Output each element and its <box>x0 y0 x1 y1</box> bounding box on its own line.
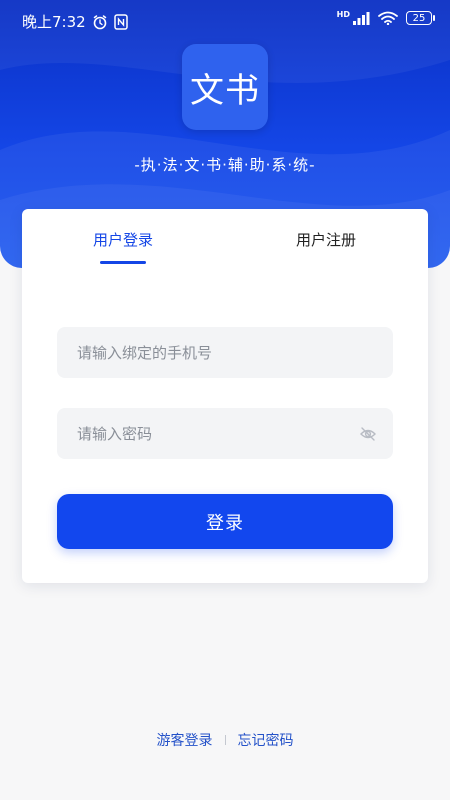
nfc-icon <box>113 13 128 30</box>
signal-icon <box>353 12 370 25</box>
status-left: 晚上7:32 <box>22 11 128 32</box>
forgot-password-link[interactable]: 忘记密码 <box>238 730 294 750</box>
eye-off-icon[interactable] <box>359 425 377 443</box>
battery-indicator: 25 <box>406 11 435 25</box>
app-subtitle: -执·法·文·书·辅·助·系·统- <box>134 156 316 174</box>
status-time: 晚上7:32 <box>22 13 86 31</box>
wifi-icon <box>378 11 398 25</box>
tab-user-register[interactable]: 用户注册 <box>293 229 359 251</box>
network-type-label: HD <box>336 9 350 19</box>
password-field-container <box>57 408 393 459</box>
status-right: HD 25 <box>336 9 435 25</box>
active-tab-indicator <box>100 261 146 264</box>
footer-divider <box>224 735 226 745</box>
tab-user-login[interactable]: 用户登录 <box>90 229 156 251</box>
app-logo: 文书 <box>182 44 268 130</box>
alarm-icon <box>93 14 106 29</box>
status-bar: 晚上7:32 HD 25 <box>0 0 450 40</box>
password-input[interactable] <box>57 408 357 459</box>
phone-input[interactable] <box>57 327 357 378</box>
login-screen: 晚上7:32 HD 25 文书 -执·法·文·书·辅·助·系·统- 用户登录 用… <box>0 0 450 800</box>
login-button[interactable]: 登录 <box>57 494 393 549</box>
login-card: 用户登录 用户注册 登录 <box>22 209 428 583</box>
phone-field-container <box>57 327 393 378</box>
footer-links: 游客登录 忘记密码 <box>0 730 450 750</box>
guest-login-link[interactable]: 游客登录 <box>157 730 213 750</box>
